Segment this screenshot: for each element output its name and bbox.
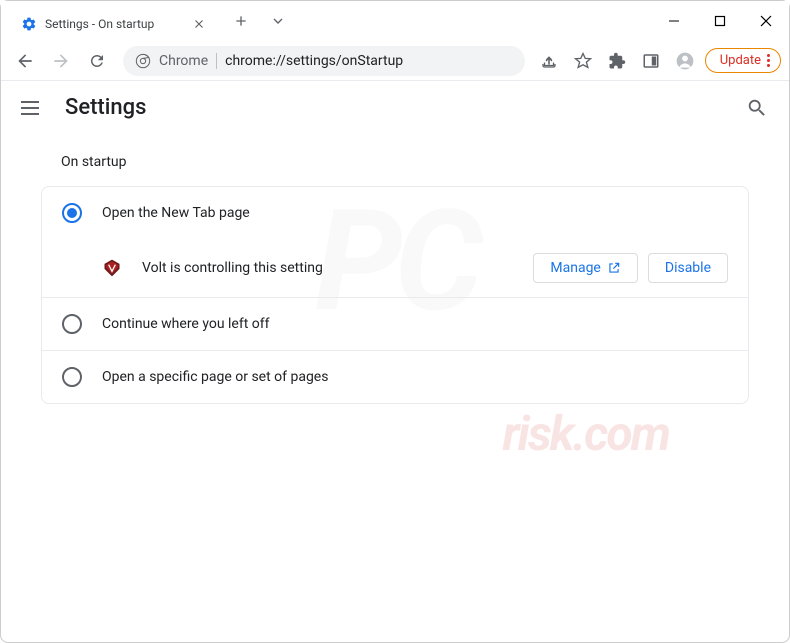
radio-icon[interactable] (62, 367, 82, 387)
page-title: Settings (65, 95, 146, 120)
browser-tab[interactable]: Settings - On startup (9, 7, 219, 41)
url-scheme: Chrome (159, 53, 208, 69)
minimize-button[interactable] (651, 5, 697, 37)
tab-title: Settings - On startup (45, 17, 183, 31)
on-startup-section: On startup Open the New Tab page Volt is… (1, 154, 789, 404)
disable-button[interactable]: Disable (648, 253, 728, 283)
extensions-icon[interactable] (603, 47, 631, 75)
chrome-icon (135, 53, 151, 69)
profile-icon[interactable] (671, 47, 699, 75)
option-label: Open the New Tab page (102, 205, 250, 221)
manage-button[interactable]: Manage (533, 253, 637, 283)
search-icon[interactable] (745, 96, 769, 120)
extension-notice: Volt is controlling this setting Manage … (42, 239, 748, 297)
address-bar: Chrome chrome://settings/onStartup Updat… (1, 41, 789, 81)
radio-icon[interactable] (62, 203, 82, 223)
volt-extension-icon (102, 258, 122, 278)
hamburger-icon[interactable] (21, 96, 45, 120)
menu-dots-icon (767, 54, 770, 67)
startup-card: Open the New Tab page Volt is controllin… (41, 186, 749, 404)
reload-button[interactable] (81, 45, 113, 77)
close-tab-icon[interactable] (191, 16, 207, 32)
url-divider (216, 53, 217, 69)
tab-search-icon[interactable] (255, 13, 301, 29)
maximize-button[interactable] (697, 5, 743, 37)
new-tab-button[interactable] (227, 7, 255, 35)
option-specific-pages[interactable]: Open a specific page or set of pages (42, 351, 748, 403)
bookmark-icon[interactable] (569, 47, 597, 75)
share-icon[interactable] (535, 47, 563, 75)
option-new-tab[interactable]: Open the New Tab page (42, 187, 748, 239)
forward-button[interactable] (45, 45, 77, 77)
gear-icon (21, 16, 37, 32)
sidepanel-icon[interactable] (637, 47, 665, 75)
option-continue[interactable]: Continue where you left off (42, 298, 748, 350)
disable-label: Disable (665, 260, 711, 276)
update-label: Update (720, 53, 761, 68)
back-button[interactable] (9, 45, 41, 77)
close-window-button[interactable] (743, 5, 789, 37)
manage-label: Manage (550, 260, 600, 276)
extension-message: Volt is controlling this setting (142, 260, 513, 276)
section-title: On startup (61, 154, 749, 170)
radio-icon[interactable] (62, 314, 82, 334)
titlebar: Settings - On startup (1, 1, 789, 41)
option-label: Continue where you left off (102, 316, 270, 332)
update-button[interactable]: Update (705, 48, 781, 73)
option-label: Open a specific page or set of pages (102, 369, 328, 385)
url-input[interactable]: Chrome chrome://settings/onStartup (123, 46, 525, 76)
url-text: chrome://settings/onStartup (225, 53, 403, 69)
content-header: Settings (1, 81, 789, 134)
watermark-sub: risk.com (502, 405, 669, 462)
external-link-icon (607, 261, 621, 275)
